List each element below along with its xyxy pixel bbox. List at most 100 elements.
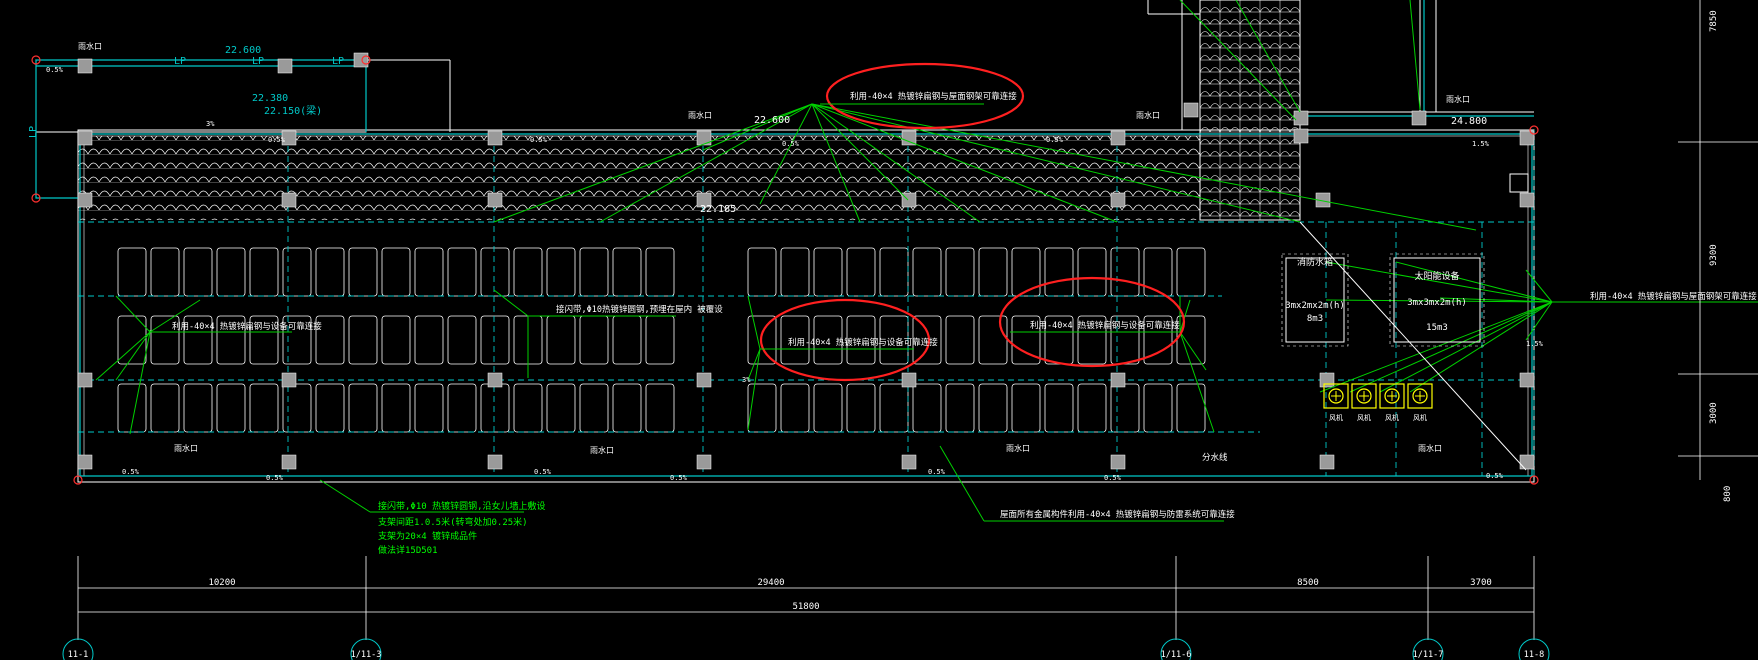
legend-note-4: 做法详15D501 bbox=[378, 544, 438, 556]
solar-panel bbox=[447, 315, 477, 365]
slope-label: 0.5% bbox=[46, 66, 64, 74]
solar-panel bbox=[414, 315, 444, 365]
pipe-label: LP bbox=[332, 56, 344, 67]
pipe-label: LP bbox=[252, 56, 264, 67]
slope-label: 3% bbox=[742, 376, 751, 384]
solar-panel bbox=[879, 247, 909, 297]
elevation-top-left: 22.600 bbox=[225, 45, 261, 56]
solar-panel bbox=[1044, 247, 1074, 297]
column bbox=[1519, 192, 1535, 208]
solar-panel bbox=[945, 247, 975, 297]
grid-axis-label: 1/11-7 bbox=[1413, 650, 1444, 660]
column bbox=[1319, 454, 1335, 470]
column bbox=[487, 192, 503, 208]
roof-hatch bbox=[1509, 173, 1529, 193]
fan-label: 风机 bbox=[1413, 413, 1427, 422]
fan-label: 风机 bbox=[1329, 413, 1343, 422]
solar-panel bbox=[747, 247, 777, 297]
solar-panel bbox=[945, 315, 975, 365]
note-top: 利用-40×4 热镀锌扁钢与屋面钢架可靠连接 bbox=[850, 91, 1017, 102]
slope-label: 0.5% bbox=[122, 468, 140, 476]
column bbox=[281, 192, 297, 208]
solar-panel bbox=[513, 247, 543, 297]
grid-axis-label: 11-8 bbox=[1524, 650, 1544, 660]
grid-axis-bubbles bbox=[62, 638, 1550, 660]
solar-panel bbox=[381, 383, 411, 433]
solar-panel bbox=[348, 315, 378, 365]
solar-panel bbox=[249, 247, 279, 297]
legend-note-3: 支架为20×4 镀锌成品件 bbox=[378, 530, 477, 542]
solar-panel bbox=[447, 247, 477, 297]
roof-fans: 风机 风机 风机 风机 bbox=[1323, 383, 1433, 422]
solar-panel bbox=[150, 383, 180, 433]
rain-outlet-label: 雨水口 bbox=[590, 445, 614, 455]
solar-panel bbox=[747, 383, 777, 433]
ground-wire bbox=[939, 445, 985, 522]
solar-panel bbox=[348, 383, 378, 433]
rain-outlet-label: 雨水口 bbox=[174, 443, 198, 453]
solar-panel bbox=[480, 247, 510, 297]
column bbox=[1519, 454, 1535, 470]
slope-label: 3% bbox=[206, 120, 215, 128]
solar-panel-array bbox=[117, 247, 1206, 433]
legend-note-1: 接闪带,Φ10 热镀锌圆钢,沿女儿墙上敷设 bbox=[378, 500, 546, 512]
note-middle-bay: 接闪带,Φ10热镀锌圆钢,预埋在屋内 被覆设 bbox=[556, 304, 723, 315]
column bbox=[1411, 110, 1427, 126]
column bbox=[77, 454, 93, 470]
ground-wire bbox=[493, 289, 529, 317]
solar-panel bbox=[150, 247, 180, 297]
note-right-side: 利用-40×4 热镀锌扁钢与屋面钢架可靠连接 bbox=[1590, 291, 1757, 302]
rain-outlet-label: 雨水口 bbox=[1006, 443, 1030, 453]
column bbox=[1183, 102, 1199, 118]
column bbox=[1319, 372, 1335, 388]
slope-label: 0.5% bbox=[782, 140, 800, 148]
dimension-total: 51800 bbox=[792, 602, 819, 612]
note-right: 利用-40×4 热镀锌扁钢与设备可靠连接 bbox=[1030, 320, 1180, 331]
solar-panel bbox=[1044, 383, 1074, 433]
slope-label: 1.5% bbox=[1526, 340, 1544, 348]
solar-panel bbox=[414, 383, 444, 433]
ground-wire bbox=[1325, 261, 1553, 303]
solar-panel bbox=[249, 383, 279, 433]
dimension-29400: 29400 bbox=[757, 578, 784, 588]
elevation-top-left-3: 22.150(梁) bbox=[264, 104, 322, 117]
column bbox=[487, 130, 503, 146]
rain-outlet-label: 雨水口 bbox=[1136, 110, 1160, 120]
column bbox=[277, 58, 293, 74]
elevation-roof-right: 24.800 bbox=[1451, 116, 1487, 127]
ground-wire bbox=[319, 479, 371, 513]
column bbox=[901, 192, 917, 208]
solar-panel bbox=[480, 383, 510, 433]
grid-axis-label: 1/11-3 bbox=[351, 650, 382, 660]
column bbox=[487, 454, 503, 470]
dimension-v2: 9300 bbox=[1709, 244, 1719, 266]
slope-label: 1.5% bbox=[1472, 140, 1490, 148]
slope-label: 0.5% bbox=[530, 136, 548, 144]
tank2-title: 太阳能设备 bbox=[1414, 270, 1459, 282]
slope-label: 0.5% bbox=[266, 474, 284, 482]
solar-panel bbox=[645, 247, 675, 297]
solar-panel bbox=[645, 383, 675, 433]
column bbox=[281, 372, 297, 388]
fan-label: 风机 bbox=[1385, 413, 1399, 422]
slope-label: 0.5% bbox=[670, 474, 688, 482]
rain-outlet-label: 雨水口 bbox=[1418, 443, 1442, 453]
elevation-top-left-2: 22.380 bbox=[252, 93, 288, 104]
column bbox=[77, 372, 93, 388]
column bbox=[487, 372, 503, 388]
slope-label: 0.5% bbox=[268, 136, 286, 144]
column bbox=[77, 58, 93, 74]
column bbox=[696, 130, 712, 146]
column bbox=[77, 130, 93, 146]
solar-panel bbox=[612, 315, 642, 365]
solar-panel bbox=[579, 247, 609, 297]
dimension-v3: 3000 bbox=[1709, 402, 1719, 424]
solar-panel bbox=[780, 383, 810, 433]
solar-panel bbox=[546, 315, 576, 365]
solar-panel bbox=[447, 383, 477, 433]
solar-panel bbox=[216, 247, 246, 297]
solar-panel bbox=[546, 247, 576, 297]
solar-panel bbox=[1176, 315, 1206, 365]
ground-wire bbox=[747, 295, 761, 350]
grounding-conductors bbox=[95, 0, 1553, 522]
